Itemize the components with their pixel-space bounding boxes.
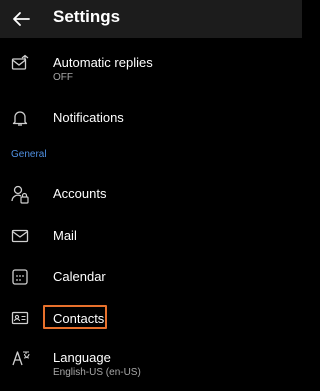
mail-icon bbox=[11, 227, 29, 245]
language-item[interactable]: Language English-US (en-US) bbox=[0, 344, 302, 388]
mail-label: Mail bbox=[53, 228, 77, 243]
accounts-label: Accounts bbox=[53, 186, 107, 201]
calendar-icon bbox=[11, 268, 29, 286]
notifications-label: Notifications bbox=[53, 110, 124, 125]
accounts-item[interactable]: Accounts bbox=[0, 178, 302, 212]
back-button[interactable] bbox=[7, 5, 35, 33]
language-label: Language bbox=[53, 350, 111, 365]
page-title: Settings bbox=[53, 7, 121, 26]
contacts-highlight-box bbox=[43, 305, 107, 329]
arrow-left-icon bbox=[13, 12, 30, 26]
language-icon bbox=[11, 349, 30, 367]
section-header-general: General bbox=[11, 149, 47, 160]
calendar-item[interactable]: Calendar bbox=[0, 260, 302, 294]
envelope-reply-icon bbox=[11, 54, 29, 72]
app-bar: Settings bbox=[0, 0, 302, 38]
bell-icon bbox=[11, 109, 29, 127]
calendar-label: Calendar bbox=[53, 269, 106, 284]
automatic-replies-item[interactable]: Automatic replies OFF bbox=[0, 45, 302, 91]
automatic-replies-status: OFF bbox=[53, 72, 73, 83]
contact-card-icon bbox=[11, 309, 29, 327]
automatic-replies-label: Automatic replies bbox=[53, 55, 153, 70]
language-value: English-US (en-US) bbox=[53, 367, 141, 378]
person-lock-icon bbox=[11, 185, 29, 204]
notifications-item[interactable]: Notifications bbox=[0, 101, 302, 135]
mail-item[interactable]: Mail bbox=[0, 219, 302, 253]
